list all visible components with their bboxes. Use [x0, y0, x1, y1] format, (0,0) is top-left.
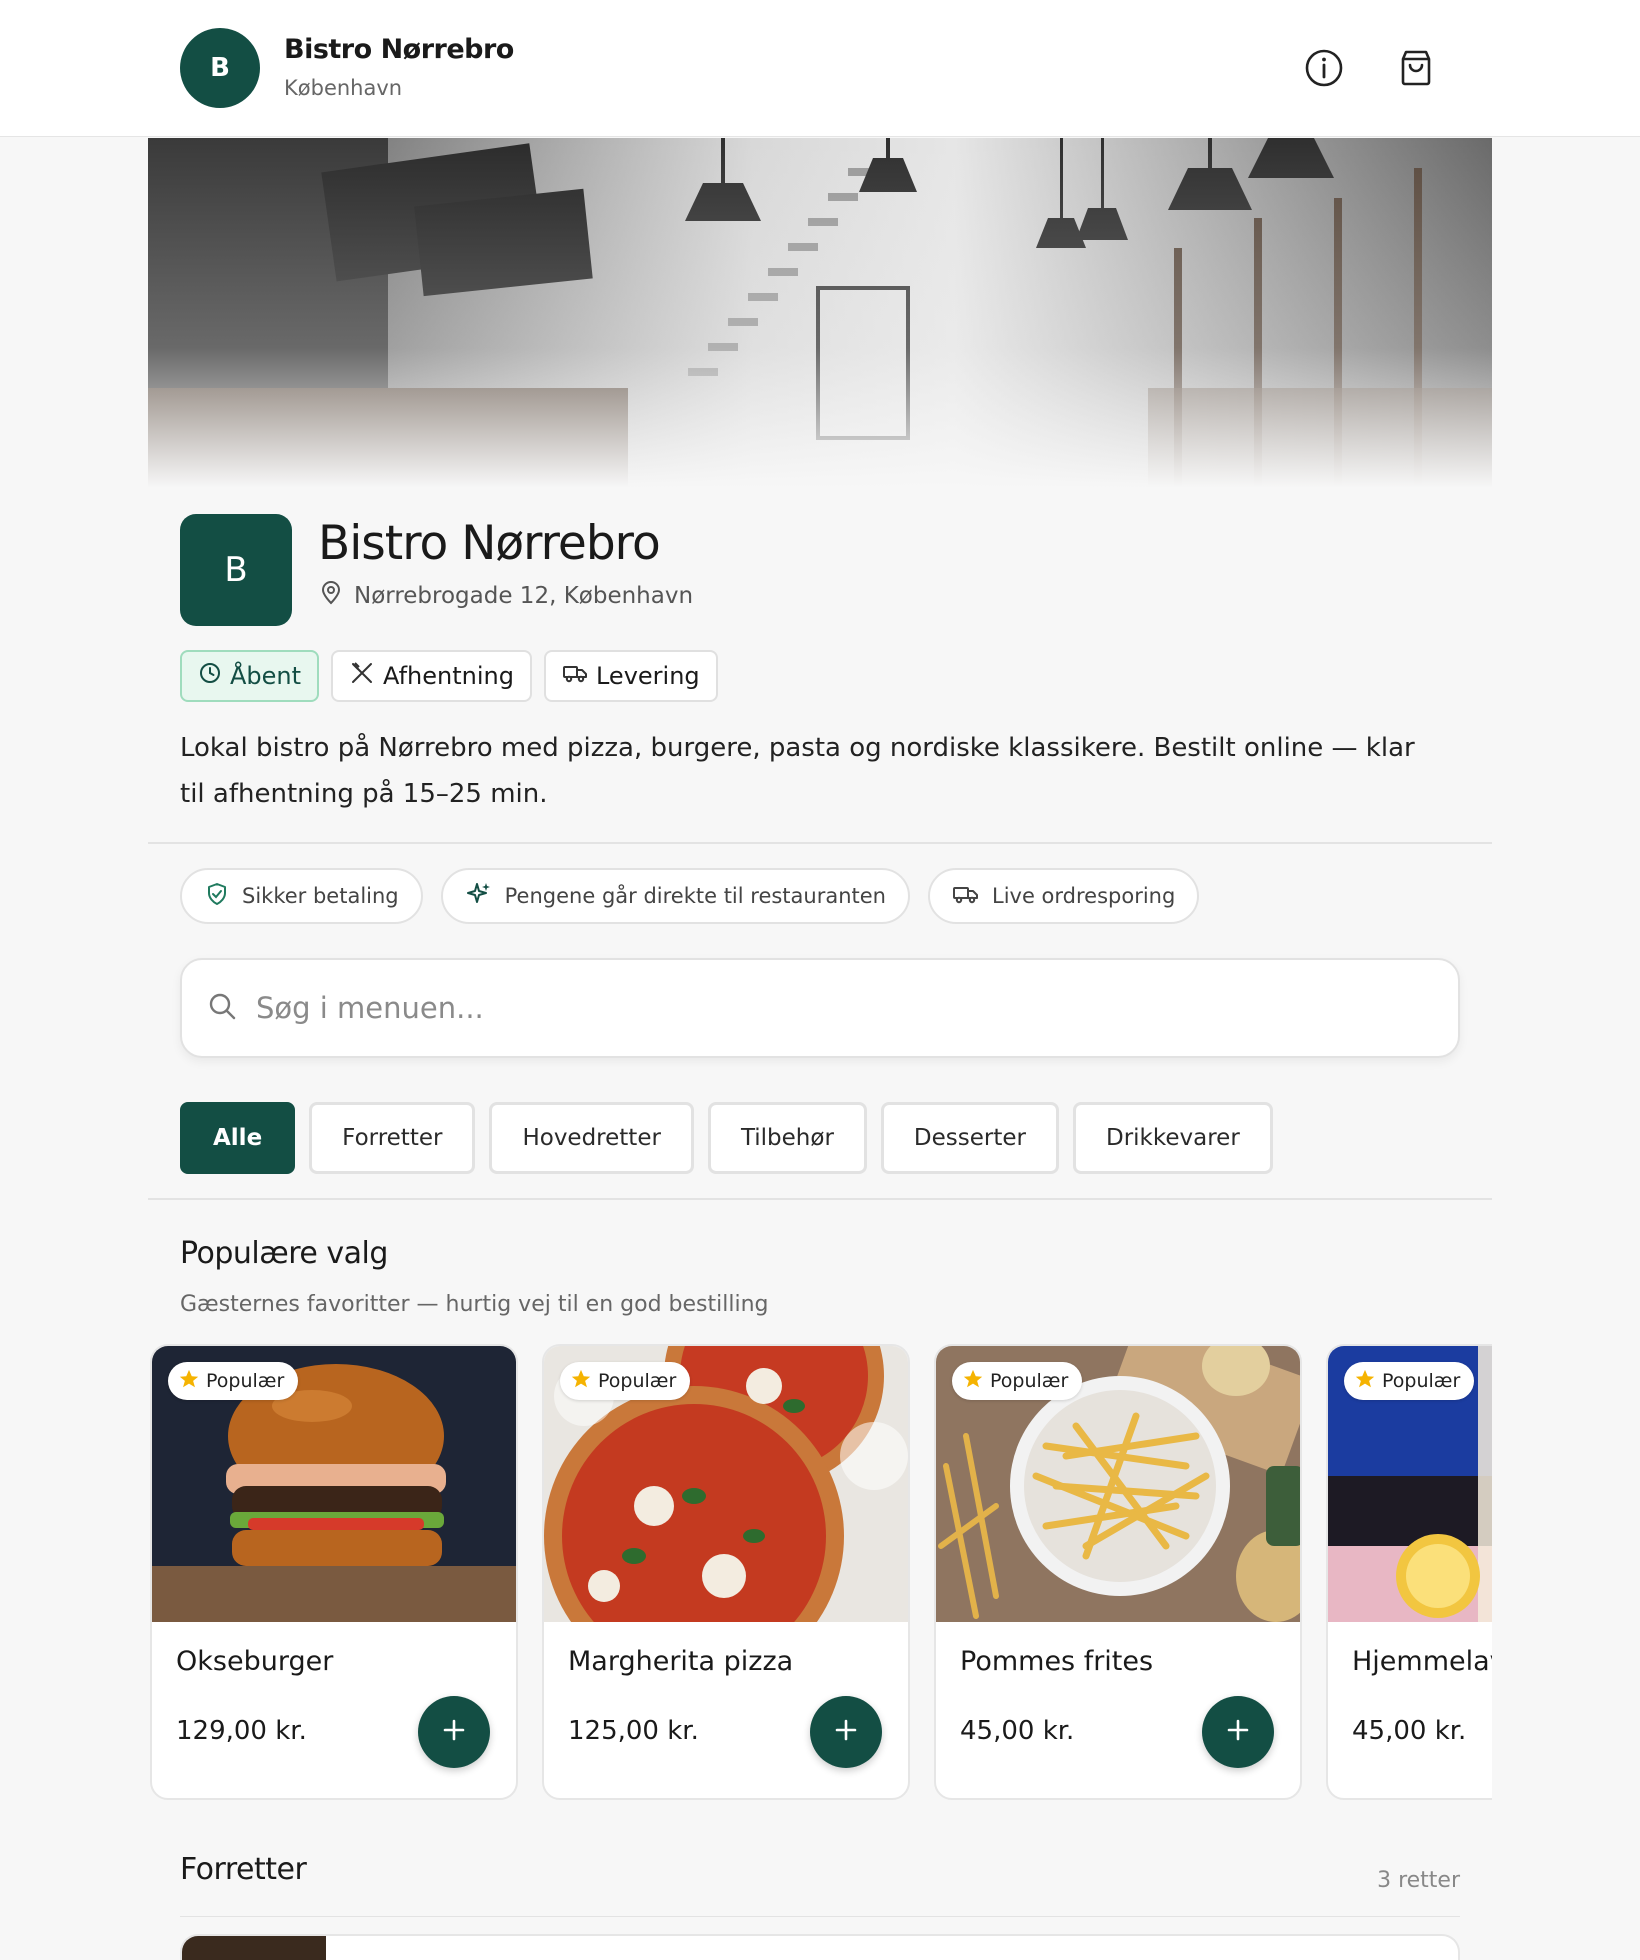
star-icon — [962, 1368, 984, 1395]
product-price: 129,00 kr. — [176, 1716, 307, 1746]
badge-label: Populær — [206, 1370, 285, 1392]
tag-label: Afhentning — [383, 662, 514, 690]
badge-label: Populær — [1382, 1370, 1461, 1392]
truck-icon — [562, 660, 588, 692]
category-tab-desserter[interactable]: Desserter — [880, 1102, 1059, 1174]
restaurant-name: Bistro Nørrebro — [318, 516, 661, 571]
popular-subtitle: Gæsternes favoritter — hurtig vej til en… — [180, 1292, 769, 1317]
map-pin-icon — [318, 580, 344, 612]
product-price: 125,00 kr. — [568, 1716, 699, 1746]
divider — [180, 1916, 1460, 1917]
restaurant-address: Nørrebrogade 12, København — [318, 580, 693, 612]
star-icon — [570, 1368, 592, 1395]
address-text: Nørrebrogade 12, København — [354, 583, 694, 609]
menu-item-card[interactable] — [180, 1934, 1460, 1960]
plus-icon — [440, 1716, 468, 1748]
restaurant-logo: B — [180, 514, 292, 626]
product-name: Pommes frites — [960, 1646, 1154, 1677]
restaurant-avatar: B — [180, 28, 260, 108]
status-tags: Åbent Afhentning Levering — [180, 650, 718, 702]
info-icon[interactable] — [1302, 46, 1346, 90]
trust-badges: Sikker betaling Pengene går direkte til … — [180, 868, 1200, 924]
category-tab-drikkevarer[interactable]: Drikkevarer — [1072, 1102, 1273, 1174]
header-title: Bistro Nørrebro — [284, 34, 514, 65]
shield-check-icon — [204, 881, 230, 912]
tag-label: Åbent — [230, 662, 302, 690]
trust-secure-payment: Sikker betaling — [180, 868, 423, 924]
popular-badge: Populær — [1344, 1362, 1475, 1400]
product-card[interactable]: Populær Margherita pizza 125,00 kr. — [542, 1344, 910, 1800]
category-tab-forretter[interactable]: Forretter — [309, 1102, 476, 1174]
add-to-cart-button[interactable] — [810, 1696, 882, 1768]
plus-icon — [1224, 1716, 1252, 1748]
restaurant-description: Lokal bistro på Nørrebro med pizza, burg… — [180, 733, 1415, 809]
product-price: 45,00 kr. — [1352, 1716, 1467, 1746]
product-card[interactable]: Populær Hjemmelav 45,00 kr. — [1326, 1344, 1492, 1800]
search-icon — [206, 990, 238, 1026]
tag-open: Åbent — [180, 650, 320, 702]
category-tab-hovedretter[interactable]: Hovedretter — [489, 1102, 694, 1174]
product-name: Okseburger — [176, 1646, 334, 1677]
trust-label: Pengene går direkte til restauranten — [504, 884, 886, 908]
clock-icon — [198, 661, 222, 691]
badge-label: Populær — [598, 1370, 677, 1392]
trust-direct-payment: Pengene går direkte til restauranten — [440, 868, 910, 924]
search-input[interactable] — [256, 991, 1406, 1025]
add-to-cart-button[interactable] — [418, 1696, 490, 1768]
category-tabs: Alle Forretter Hovedretter Tilbehør Dess… — [180, 1102, 1273, 1174]
tag-delivery: Levering — [543, 650, 718, 702]
popular-title: Populære valg — [180, 1236, 388, 1271]
divider — [148, 842, 1492, 844]
tag-label: Levering — [595, 662, 700, 690]
section-item-count: 3 retter — [1377, 1868, 1460, 1893]
search-bar — [180, 958, 1460, 1058]
product-name: Hjemmelav — [1352, 1646, 1492, 1677]
plus-icon — [832, 1716, 860, 1748]
truck-icon — [952, 881, 980, 912]
utensils-icon — [349, 660, 375, 692]
product-price: 45,00 kr. — [960, 1716, 1075, 1746]
divider — [148, 1198, 1492, 1200]
product-name: Margherita pizza — [568, 1646, 794, 1677]
product-card[interactable]: Populær Pommes frites 45,00 kr. — [934, 1344, 1302, 1800]
header-subtitle: København — [284, 76, 403, 100]
popular-badge: Populær — [560, 1362, 691, 1400]
shopping-bag-icon[interactable] — [1394, 46, 1438, 90]
sparkles-icon — [465, 880, 493, 913]
star-icon — [1354, 1368, 1376, 1395]
category-tab-alle[interactable]: Alle — [180, 1102, 296, 1174]
product-card[interactable]: Populær Okseburger 129,00 kr. — [150, 1344, 518, 1800]
add-to-cart-button[interactable] — [1202, 1696, 1274, 1768]
category-tab-tilbehor[interactable]: Tilbehør — [707, 1102, 867, 1174]
section-title-forretter: Forretter — [180, 1852, 307, 1887]
trust-label: Sikker betaling — [242, 884, 399, 908]
popular-carousel[interactable]: Populær Okseburger 129,00 kr. Populær Ma… — [148, 1344, 1492, 1800]
badge-label: Populær — [990, 1370, 1069, 1392]
star-icon — [178, 1368, 200, 1395]
hero-image — [148, 138, 1492, 488]
trust-live-tracking: Live ordresporing — [928, 868, 1200, 924]
trust-label: Live ordresporing — [992, 884, 1176, 908]
popular-badge: Populær — [952, 1362, 1083, 1400]
popular-badge: Populær — [168, 1362, 299, 1400]
tag-pickup: Afhentning — [331, 650, 532, 702]
top-bar: B Bistro Nørrebro København — [0, 0, 1640, 137]
menu-item-image — [182, 1936, 326, 1960]
